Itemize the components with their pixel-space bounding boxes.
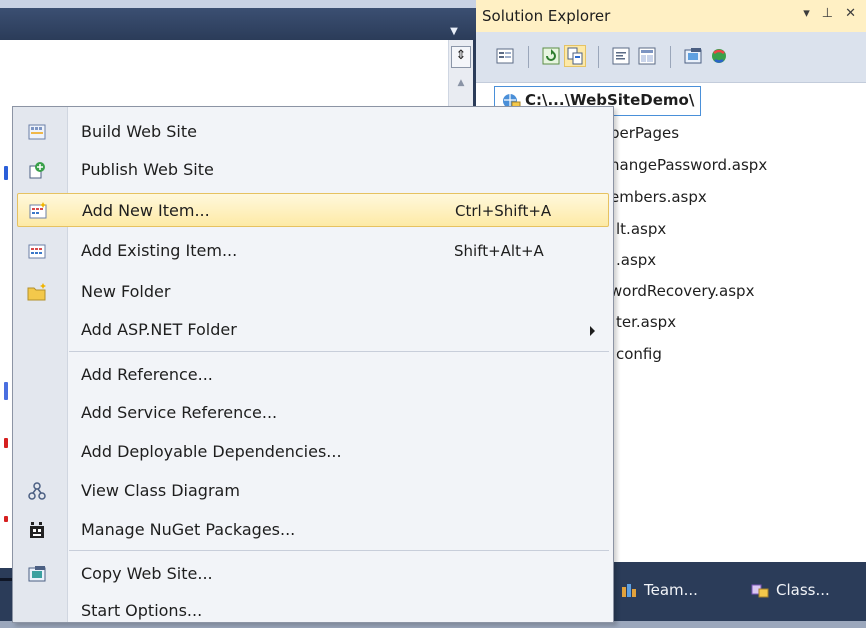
- menu-item-add-new-item[interactable]: Add New Item... Ctrl+Shift+A: [17, 193, 609, 227]
- menu-item-label: Build Web Site: [81, 122, 197, 141]
- class-diagram-icon: [27, 481, 47, 501]
- aspnet-configuration-icon[interactable]: [708, 45, 730, 67]
- toolbar-separator: [598, 46, 599, 68]
- menu-item-label: Add New Item...: [82, 201, 210, 220]
- editor-top-strip: [0, 0, 476, 8]
- menu-item-copy-web-site[interactable]: Copy Web Site...: [17, 557, 609, 591]
- tree-item[interactable]: hangePassword.aspx: [610, 151, 767, 179]
- menu-item-build-web-site[interactable]: Build Web Site: [17, 115, 609, 149]
- solution-explorer-title-bar: Solution Explorer ▾ ⊥ ✕: [476, 0, 866, 33]
- menu-item-add-aspnet-folder[interactable]: Add ASP.NET Folder: [17, 313, 609, 347]
- build-icon: [27, 122, 47, 142]
- view-designer-icon[interactable]: [636, 45, 658, 67]
- solution-explorer-toolbar: [476, 32, 866, 83]
- class-view-label: Class...: [776, 581, 830, 599]
- tree-item[interactable]: wordRecovery.aspx: [610, 277, 754, 305]
- margin-marker: [4, 166, 8, 180]
- view-code-icon[interactable]: [610, 45, 632, 67]
- nuget-icon: [27, 520, 47, 540]
- context-menu: Build Web Site Publish Web Site Add New …: [12, 106, 614, 623]
- menu-item-view-class-diagram[interactable]: View Class Diagram: [17, 474, 609, 508]
- scroll-up-arrow-icon[interactable]: ▲: [454, 78, 468, 90]
- menu-item-label: Add Deployable Dependencies...: [81, 442, 342, 461]
- menu-item-label: View Class Diagram: [81, 481, 240, 500]
- menu-item-label: Add Service Reference...: [81, 403, 278, 422]
- team-explorer-icon: [622, 584, 636, 597]
- toolbar-separator: [670, 46, 671, 68]
- menu-item-manage-nuget-packages[interactable]: Manage NuGet Packages...: [17, 513, 609, 547]
- menu-item-add-reference[interactable]: Add Reference...: [17, 358, 609, 392]
- add-new-item-icon: [28, 201, 48, 221]
- menu-item-start-options[interactable]: Start Options...: [17, 594, 609, 628]
- editor-tab-bar: ▼: [0, 8, 476, 40]
- margin-marker: [4, 382, 8, 400]
- menu-item-label: Add ASP.NET Folder: [81, 320, 237, 339]
- nest-related-files-icon[interactable]: [564, 45, 586, 67]
- tree-item[interactable]: ter.aspx: [616, 308, 676, 336]
- toolbar-separator: [528, 46, 529, 68]
- margin-marker: [4, 516, 8, 522]
- menu-item-add-service-reference[interactable]: Add Service Reference...: [17, 396, 609, 430]
- tree-item[interactable]: lt.aspx: [616, 215, 666, 243]
- menu-separator: [69, 550, 609, 551]
- copy-website-toolbar-icon[interactable]: [682, 45, 704, 67]
- publish-icon: [27, 160, 47, 180]
- team-explorer-label: Team...: [644, 581, 698, 599]
- tree-item[interactable]: .aspx: [616, 246, 656, 274]
- class-view-tab[interactable]: Class...: [750, 576, 830, 604]
- menu-item-label: New Folder: [81, 282, 171, 301]
- tree-item[interactable]: berPages: [610, 119, 679, 147]
- tree-item[interactable]: embers.aspx: [610, 183, 707, 211]
- menu-item-label: Add Reference...: [81, 365, 213, 384]
- menu-item-shortcut: Shift+Alt+A: [454, 242, 544, 260]
- copy-web-site-icon: [27, 564, 47, 584]
- team-explorer-tab[interactable]: Team...: [620, 576, 698, 604]
- tree-item[interactable]: config: [616, 340, 662, 368]
- menu-item-add-deployable-dependencies[interactable]: Add Deployable Dependencies...: [17, 435, 609, 469]
- margin-marker: [4, 438, 8, 448]
- menu-item-add-existing-item[interactable]: Add Existing Item... Shift+Alt+A: [17, 234, 609, 268]
- menu-item-shortcut: Ctrl+Shift+A: [455, 202, 552, 220]
- split-window-button[interactable]: ⇕: [451, 46, 471, 68]
- refresh-icon[interactable]: [540, 45, 562, 67]
- menu-separator: [69, 351, 609, 352]
- new-folder-icon: [27, 282, 47, 302]
- close-icon[interactable]: ✕: [845, 6, 856, 21]
- auto-hide-pin-icon[interactable]: ⊥: [822, 6, 833, 21]
- add-existing-item-icon: [27, 241, 47, 261]
- menu-item-label: Publish Web Site: [81, 160, 214, 179]
- menu-item-publish-web-site[interactable]: Publish Web Site: [17, 153, 609, 187]
- active-files-dropdown-icon[interactable]: ▼: [444, 24, 464, 40]
- window-position-icon[interactable]: ▾: [803, 6, 810, 21]
- submenu-arrow-icon: [590, 326, 595, 336]
- menu-item-label: Manage NuGet Packages...: [81, 520, 296, 539]
- properties-icon[interactable]: [494, 45, 516, 67]
- menu-item-label: Copy Web Site...: [81, 564, 213, 583]
- menu-item-label: Start Options...: [81, 601, 203, 620]
- menu-item-label: Add Existing Item...: [81, 241, 238, 260]
- class-view-icon: [751, 584, 769, 598]
- menu-item-new-folder[interactable]: New Folder: [17, 275, 609, 309]
- panel-title: Solution Explorer: [482, 7, 611, 25]
